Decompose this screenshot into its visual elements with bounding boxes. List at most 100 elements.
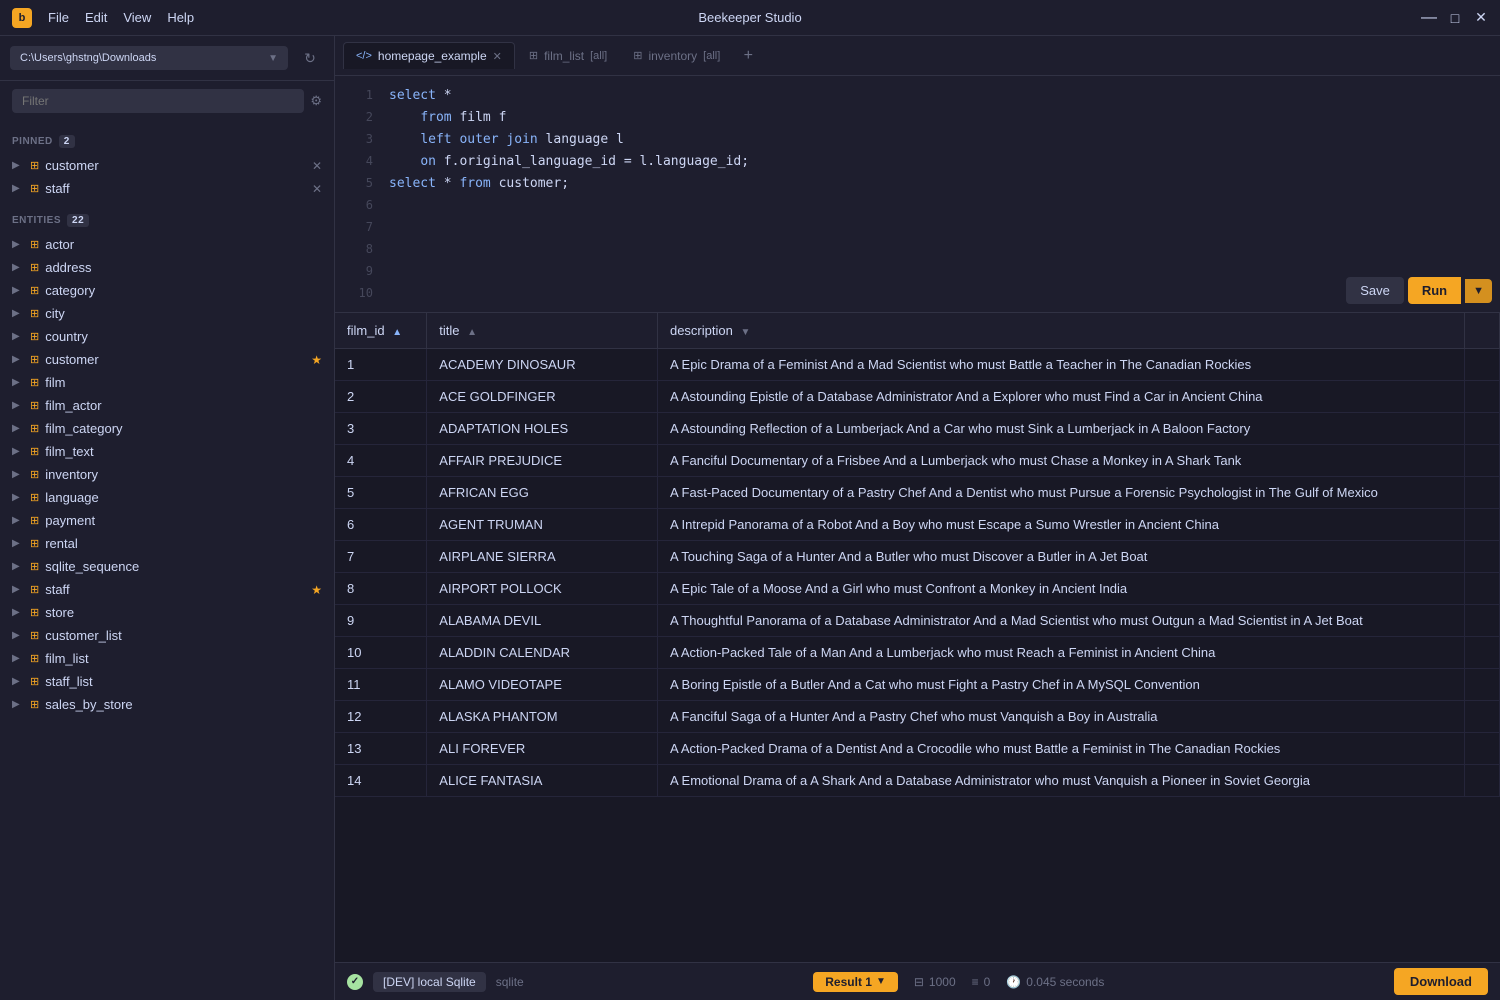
cell-title: AIRPORT POLLOCK xyxy=(427,573,658,605)
menu-help[interactable]: Help xyxy=(167,10,194,25)
sidebar-item-store[interactable]: ▶ ⊞ store xyxy=(0,601,334,624)
sidebar-item-address[interactable]: ▶ ⊞ address xyxy=(0,256,334,279)
results-area: film_id ▲ title ▲ description ▼ xyxy=(335,313,1500,962)
add-tab-button[interactable]: + xyxy=(734,42,762,70)
result-tab[interactable]: Result 1 ▼ xyxy=(813,972,898,992)
table-row[interactable]: 3 ADAPTATION HOLES A Astounding Reflecti… xyxy=(335,413,1500,445)
table-row[interactable]: 8 AIRPORT POLLOCK A Epic Tale of a Moose… xyxy=(335,573,1500,605)
sidebar-item-city[interactable]: ▶ ⊞ city xyxy=(0,302,334,325)
tab-inventory[interactable]: ⊞ inventory [all] xyxy=(621,43,732,69)
sidebar-content: PINNED 2 ▶ ⊞ customer ✕ ▶ ⊞ staff ✕ ENTI… xyxy=(0,121,334,1000)
cell-extra xyxy=(1465,541,1500,573)
code-line-4: 4 on f.original_language_id = l.language… xyxy=(335,150,1500,172)
cell-extra xyxy=(1465,445,1500,477)
table-row[interactable]: 9 ALABAMA DEVIL A Thoughtful Panorama of… xyxy=(335,605,1500,637)
code-line-5: 5 select * from customer; xyxy=(335,172,1500,194)
table-row[interactable]: 10 ALADDIN CALENDAR A Action-Packed Tale… xyxy=(335,637,1500,669)
sidebar-item-payment[interactable]: ▶ ⊞ payment xyxy=(0,509,334,532)
sidebar-item-staff[interactable]: ▶ ⊞ staff ✕ xyxy=(0,177,334,200)
download-button[interactable]: Download xyxy=(1394,968,1488,995)
pinned-count: 2 xyxy=(59,135,75,148)
sidebar-item-staff-entity[interactable]: ▶ ⊞ staff ★ xyxy=(0,578,334,601)
item-label: film xyxy=(45,375,322,390)
cell-description: A Astounding Epistle of a Database Admin… xyxy=(657,381,1464,413)
tab-close-icon[interactable]: ✕ xyxy=(493,50,502,63)
cell-extra xyxy=(1465,381,1500,413)
close-button[interactable]: ✕ xyxy=(1474,11,1488,25)
connection-selector[interactable]: C:\Users\ghstng\Downloads ▼ xyxy=(10,46,288,70)
tab-film-list[interactable]: ⊞ film_list [all] xyxy=(517,43,619,69)
cell-description: A Action-Packed Drama of a Dentist And a… xyxy=(657,733,1464,765)
table-icon: ⊞ xyxy=(30,514,39,527)
filter-input[interactable] xyxy=(12,89,304,113)
table-row[interactable]: 5 AFRICAN EGG A Fast-Paced Documentary o… xyxy=(335,477,1500,509)
menu-view[interactable]: View xyxy=(123,10,151,25)
result-tab-label: Result 1 xyxy=(825,975,872,989)
menu-items: File Edit View Help xyxy=(48,10,194,25)
env-label[interactable]: [DEV] local Sqlite xyxy=(373,972,486,992)
col-header-film-id[interactable]: film_id ▲ xyxy=(335,313,427,349)
item-label: staff xyxy=(45,181,306,196)
sidebar-item-film-list[interactable]: ▶ ⊞ film_list xyxy=(0,647,334,670)
sort-desc-icon: ▼ xyxy=(740,327,750,338)
status-center: Result 1 ▼ ⊟ 1000 ≡ 0 🕐 0.045 seconds xyxy=(813,972,1104,992)
close-icon[interactable]: ✕ xyxy=(312,159,322,173)
table-row[interactable]: 4 AFFAIR PREJUDICE A Fanciful Documentar… xyxy=(335,445,1500,477)
results-table[interactable]: film_id ▲ title ▲ description ▼ xyxy=(335,313,1500,962)
pinned-section-header: PINNED 2 xyxy=(0,129,334,154)
minimize-button[interactable]: — xyxy=(1422,11,1436,25)
menu-edit[interactable]: Edit xyxy=(85,10,107,25)
col-header-title[interactable]: title ▲ xyxy=(427,313,658,349)
cell-extra xyxy=(1465,477,1500,509)
status-bar: ✓ [DEV] local Sqlite sqlite Result 1 ▼ ⊟… xyxy=(335,962,1500,1000)
cell-title: AFFAIR PREJUDICE xyxy=(427,445,658,477)
sidebar-item-rental[interactable]: ▶ ⊞ rental xyxy=(0,532,334,555)
table-row[interactable]: 1 ACADEMY DINOSAUR A Epic Drama of a Fem… xyxy=(335,349,1500,381)
sidebar-item-language[interactable]: ▶ ⊞ language xyxy=(0,486,334,509)
sidebar-item-customer-list[interactable]: ▶ ⊞ customer_list xyxy=(0,624,334,647)
sidebar-item-country[interactable]: ▶ ⊞ country xyxy=(0,325,334,348)
tab-homepage-example[interactable]: </> homepage_example ✕ xyxy=(343,42,515,69)
table-icon: ⊞ xyxy=(633,49,642,62)
chevron-icon: ▶ xyxy=(12,160,24,171)
connection-dropdown-icon: ▼ xyxy=(268,53,278,64)
maximize-button[interactable]: □ xyxy=(1448,11,1462,25)
item-label: customer xyxy=(45,158,306,173)
sidebar-item-category[interactable]: ▶ ⊞ category xyxy=(0,279,334,302)
window-controls: — □ ✕ xyxy=(1422,11,1488,25)
col-header-description[interactable]: description ▼ xyxy=(657,313,1464,349)
table-rows-icon: ⊟ xyxy=(914,975,924,989)
refresh-button[interactable]: ↻ xyxy=(296,44,324,72)
table-row[interactable]: 6 AGENT TRUMAN A Intrepid Panorama of a … xyxy=(335,509,1500,541)
sidebar-item-film-actor[interactable]: ▶ ⊞ film_actor xyxy=(0,394,334,417)
table-row[interactable]: 2 ACE GOLDFINGER A Astounding Epistle of… xyxy=(335,381,1500,413)
run-button[interactable]: Run xyxy=(1408,277,1461,304)
table-row[interactable]: 12 ALASKA PHANTOM A Fanciful Saga of a H… xyxy=(335,701,1500,733)
col-header-extra[interactable] xyxy=(1465,313,1500,349)
sidebar-item-actor[interactable]: ▶ ⊞ actor xyxy=(0,233,334,256)
save-button[interactable]: Save xyxy=(1346,277,1404,304)
table-row[interactable]: 11 ALAMO VIDEOTAPE A Boring Epistle of a… xyxy=(335,669,1500,701)
status-left: ✓ [DEV] local Sqlite sqlite xyxy=(347,972,524,992)
sidebar-item-sales-by-store[interactable]: ▶ ⊞ sales_by_store xyxy=(0,693,334,716)
sidebar-item-inventory[interactable]: ▶ ⊞ inventory xyxy=(0,463,334,486)
sidebar-item-customer-entity[interactable]: ▶ ⊞ customer ★ xyxy=(0,348,334,371)
sidebar-item-film[interactable]: ▶ ⊞ film xyxy=(0,371,334,394)
chevron-icon: ▶ xyxy=(12,653,24,664)
table-row[interactable]: 7 AIRPLANE SIERRA A Touching Saga of a H… xyxy=(335,541,1500,573)
sidebar-item-sqlite-sequence[interactable]: ▶ ⊞ sqlite_sequence xyxy=(0,555,334,578)
sidebar-item-customer[interactable]: ▶ ⊞ customer ✕ xyxy=(0,154,334,177)
sidebar-item-film-text[interactable]: ▶ ⊞ film_text xyxy=(0,440,334,463)
run-dropdown-button[interactable]: ▼ xyxy=(1465,279,1492,303)
menu-file[interactable]: File xyxy=(48,10,69,25)
table-row[interactable]: 13 ALI FOREVER A Action-Packed Drama of … xyxy=(335,733,1500,765)
item-label: sqlite_sequence xyxy=(45,559,322,574)
item-label: address xyxy=(45,260,322,275)
sort-icon: ▲ xyxy=(467,327,477,338)
sidebar-item-staff-list[interactable]: ▶ ⊞ staff_list xyxy=(0,670,334,693)
code-editor[interactable]: 1 select * 2 from film f 3 left outer jo… xyxy=(335,76,1500,313)
table-row[interactable]: 14 ALICE FANTASIA A Emotional Drama of a… xyxy=(335,765,1500,797)
close-icon[interactable]: ✕ xyxy=(312,182,322,196)
sidebar-item-film-category[interactable]: ▶ ⊞ film_category xyxy=(0,417,334,440)
cell-title: ACE GOLDFINGER xyxy=(427,381,658,413)
